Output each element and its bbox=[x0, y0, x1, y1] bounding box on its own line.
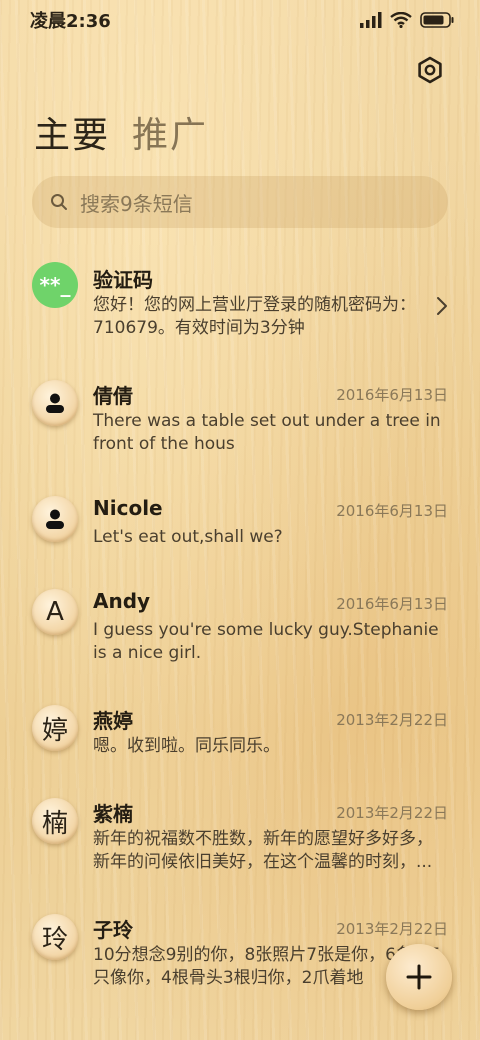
message-preview: 您好！您的网上营业厅登录的随机密码为：710679。有效时间为3分钟 bbox=[93, 295, 416, 338]
gear-icon bbox=[418, 56, 442, 84]
status-bar: 凌晨2:36 bbox=[0, 0, 480, 40]
avatar bbox=[32, 380, 78, 426]
search-placeholder: 搜索9条短信 bbox=[80, 191, 193, 216]
avatar-label: 玲 bbox=[41, 924, 68, 955]
sender-name: Andy bbox=[93, 589, 151, 613]
avatar: **_ bbox=[32, 262, 78, 308]
conversation-item[interactable]: A Andy 2016年6月13日 I guess you're some lu… bbox=[0, 573, 480, 689]
avatar-label: 楠 bbox=[41, 808, 68, 839]
sender-name: 验证码 bbox=[93, 268, 153, 292]
settings-button[interactable] bbox=[416, 56, 444, 84]
avatar-label: 婷 bbox=[41, 715, 68, 746]
message-preview: There was a table set out under a tree i… bbox=[93, 411, 441, 454]
status-time: 凌晨2:36 bbox=[30, 11, 111, 32]
person-icon bbox=[46, 509, 64, 529]
sender-name: 燕婷 bbox=[93, 709, 133, 733]
sender-name: 紫楠 bbox=[93, 802, 133, 826]
sender-name: Nicole bbox=[93, 496, 163, 520]
chevron-right-icon bbox=[437, 297, 447, 315]
conversation-item[interactable]: **_ 验证码 您好！您的网上营业厅登录的随机密码为：710679。有效时间为3… bbox=[0, 248, 480, 364]
wifi-icon bbox=[390, 12, 412, 28]
tab-promotions[interactable]: 推广 bbox=[132, 106, 208, 158]
sender-name: 子玲 bbox=[93, 918, 133, 942]
signal-icon bbox=[360, 12, 382, 28]
message-preview: 新年的祝福数不胜数，新年的愿望好多好多，新年的问候依旧美好，在这个温馨的时刻，.… bbox=[93, 829, 433, 872]
message-date: 2013年2月22日 bbox=[336, 804, 448, 822]
message-date: 2016年6月13日 bbox=[336, 595, 448, 613]
status-icons bbox=[360, 12, 454, 28]
search-icon bbox=[51, 194, 67, 210]
tab-bar: 主要 推广 bbox=[34, 106, 208, 158]
message-date: 2016年6月13日 bbox=[336, 386, 448, 404]
conversation-item[interactable]: 楠 紫楠 2013年2月22日 新年的祝福数不胜数，新年的愿望好多好多，新年的问… bbox=[0, 782, 480, 898]
conversation-list: **_ 验证码 您好！您的网上营业厅登录的随机密码为：710679。有效时间为3… bbox=[0, 248, 480, 1014]
avatar: A bbox=[32, 589, 78, 635]
message-preview: I guess you're some lucky guy.Stephanie … bbox=[93, 620, 439, 663]
avatar: 楠 bbox=[32, 798, 78, 844]
message-preview: Let's eat out,shall we? bbox=[93, 527, 283, 547]
tab-main[interactable]: 主要 bbox=[34, 106, 110, 158]
message-date: 2013年2月22日 bbox=[336, 711, 448, 729]
avatar-label: **_ bbox=[39, 273, 71, 297]
avatar: 玲 bbox=[32, 914, 78, 960]
person-icon bbox=[46, 393, 64, 413]
avatar bbox=[32, 496, 78, 542]
message-date: 2013年2月22日 bbox=[336, 920, 448, 938]
new-message-button[interactable] bbox=[386, 944, 452, 1010]
conversation-item[interactable]: 婷 燕婷 2013年2月22日 嗯。收到啦。同乐同乐。 bbox=[0, 689, 480, 782]
message-preview: 嗯。收到啦。同乐同乐。 bbox=[93, 736, 280, 756]
conversation-item[interactable]: 倩倩 2016年6月13日 There was a table set out … bbox=[0, 364, 480, 480]
search-input[interactable]: 搜索9条短信 bbox=[32, 176, 448, 228]
battery-icon bbox=[420, 12, 454, 28]
message-date: 2016年6月13日 bbox=[336, 502, 448, 520]
sender-name: 倩倩 bbox=[93, 384, 133, 408]
conversation-item[interactable]: Nicole 2016年6月13日 Let's eat out,shall we… bbox=[0, 480, 480, 573]
plus-icon bbox=[406, 964, 432, 990]
avatar-label: A bbox=[46, 597, 64, 627]
avatar: 婷 bbox=[32, 705, 78, 751]
